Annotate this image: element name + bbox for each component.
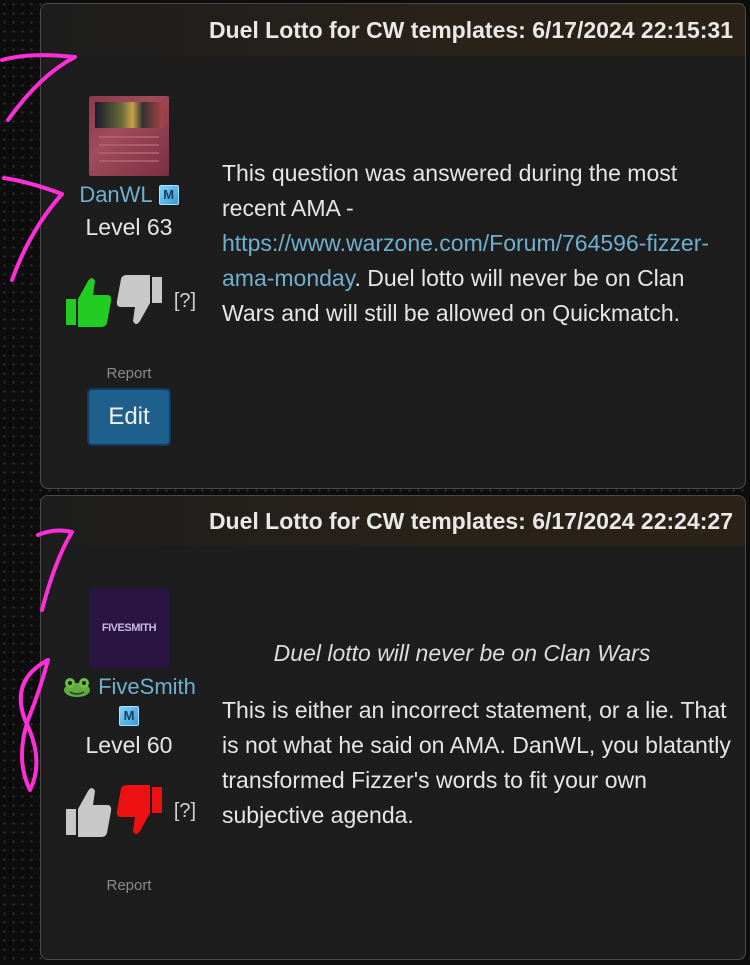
report-link[interactable]: Report [41,877,217,894]
thumbs-up-icon[interactable] [62,783,112,839]
username-link[interactable]: DanWL [79,182,152,208]
post-author: FIVESMITH FiveSmith M Level 60 [?] Repor… [41,588,217,894]
post-header: Duel Lotto for CW templates: 6/17/2024 2… [41,496,745,546]
avatar-text: FIVESMITH [101,622,157,634]
username-row: FiveSmith [41,674,217,700]
post-body: Duel lotto will never be on Clan Wars Th… [222,636,742,833]
username-row: DanWL M [41,182,217,208]
post-header: Duel Lotto for CW templates: 6/17/2024 2… [41,4,745,56]
thumbs-up-icon[interactable] [62,273,112,329]
forum-post-2: Duel Lotto for CW templates: 6/17/2024 2… [40,495,746,960]
frog-icon [64,678,91,697]
vote-controls: [?] [41,783,217,839]
avatar[interactable]: FIVESMITH [89,588,169,668]
user-level: Level 63 [85,214,173,240]
vote-help-link[interactable]: [?] [174,290,196,313]
post-text: This is either an incorrect statement, o… [222,697,731,828]
edit-button[interactable]: Edit [87,388,171,446]
thumbs-down-icon[interactable] [116,273,166,329]
user-level: Level 60 [85,732,173,758]
username-link[interactable]: FiveSmith [98,674,196,700]
vote-controls: [?] [41,273,217,329]
vote-help-link[interactable]: [?] [174,800,196,823]
member-badge-icon[interactable]: M [119,706,139,726]
report-link[interactable]: Report [41,365,217,382]
post-body: This question was answered during the mo… [222,156,742,331]
member-badge-icon[interactable]: M [158,185,179,205]
avatar[interactable] [89,96,169,176]
thumbs-down-icon[interactable] [116,783,166,839]
quoted-text: Duel lotto will never be on Clan Wars [273,640,651,666]
post-text: This question was answered during the mo… [222,160,678,221]
forum-post-1: Duel Lotto for CW templates: 6/17/2024 2… [40,3,746,489]
post-author: DanWL M Level 63 [?] Report Edit [41,96,217,446]
